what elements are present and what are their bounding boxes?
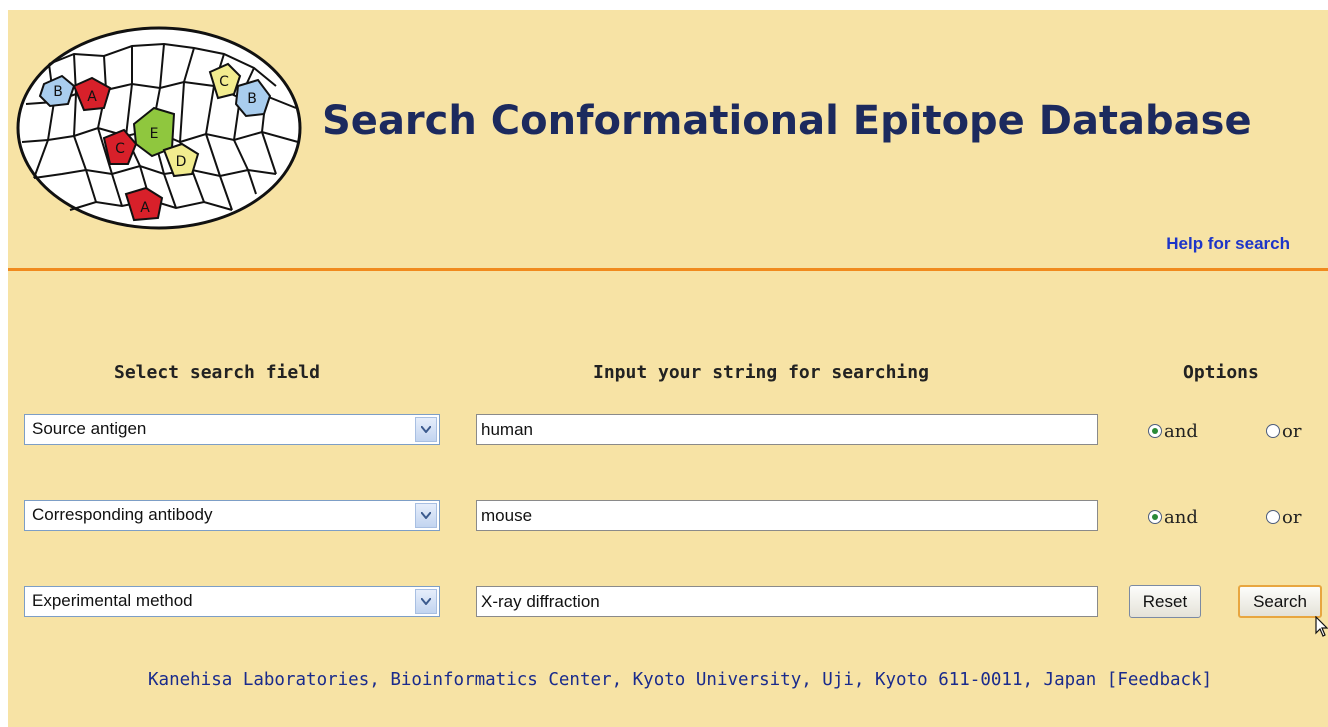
feedback-link[interactable]: [Feedback] bbox=[1107, 670, 1212, 690]
search-field-select-3[interactable]: Experimental method bbox=[24, 586, 440, 617]
search-string-input-1[interactable] bbox=[476, 414, 1098, 445]
radio-label: or bbox=[1282, 421, 1302, 442]
radio-and-1[interactable]: and bbox=[1148, 421, 1198, 442]
search-string-input-3[interactable] bbox=[476, 586, 1098, 617]
search-field-select-2[interactable]: Corresponding antibody bbox=[24, 500, 440, 531]
heading-input-string: Input your string for searching bbox=[593, 362, 929, 383]
search-string-input-2[interactable] bbox=[476, 500, 1098, 531]
heading-options: Options bbox=[1183, 362, 1259, 383]
radio-icon-checked[interactable] bbox=[1148, 510, 1162, 524]
page-title: Search Conformational Epitope Database bbox=[322, 98, 1252, 144]
dropdown-arrow-icon[interactable] bbox=[415, 417, 437, 442]
logo-label-c: C bbox=[219, 74, 229, 90]
radio-or-1[interactable]: or bbox=[1266, 421, 1301, 442]
search-button[interactable]: Search bbox=[1238, 585, 1322, 618]
logo-label-b2: B bbox=[247, 91, 257, 107]
reset-button[interactable]: Reset bbox=[1129, 585, 1201, 618]
header-divider bbox=[8, 268, 1328, 271]
dropdown-arrow-icon[interactable] bbox=[415, 589, 437, 614]
radio-label: and bbox=[1164, 421, 1198, 442]
epitope-logo: B A C B E C D A bbox=[16, 26, 302, 230]
selected-field: Source antigen bbox=[32, 419, 147, 438]
logo-label-e: E bbox=[150, 126, 159, 142]
page-background: B A C B E C D A Search Conformational Ep… bbox=[8, 10, 1328, 727]
radio-or-2[interactable]: or bbox=[1266, 507, 1301, 528]
help-for-search-link[interactable]: Help for search bbox=[1166, 234, 1290, 254]
logo-label-c2: C bbox=[115, 141, 125, 157]
selected-field: Corresponding antibody bbox=[32, 505, 213, 524]
radio-icon[interactable] bbox=[1266, 424, 1280, 438]
radio-label: and bbox=[1164, 507, 1198, 528]
search-field-select-1[interactable]: Source antigen bbox=[24, 414, 440, 445]
logo-label-b: B bbox=[53, 84, 63, 100]
logo-label-d: D bbox=[176, 154, 187, 170]
logo-label-a2: A bbox=[140, 200, 150, 216]
footer-address: Kanehisa Laboratories, Bioinformatics Ce… bbox=[148, 670, 1097, 690]
radio-icon[interactable] bbox=[1266, 510, 1280, 524]
heading-select-field: Select search field bbox=[114, 362, 320, 383]
logo-label-a: A bbox=[87, 89, 97, 105]
dropdown-arrow-icon[interactable] bbox=[415, 503, 437, 528]
radio-label: or bbox=[1282, 507, 1302, 528]
radio-and-2[interactable]: and bbox=[1148, 507, 1198, 528]
footer: Kanehisa Laboratories, Bioinformatics Ce… bbox=[148, 670, 1212, 690]
selected-field: Experimental method bbox=[32, 591, 193, 610]
radio-icon-checked[interactable] bbox=[1148, 424, 1162, 438]
mouse-pointer-icon bbox=[1315, 616, 1328, 637]
